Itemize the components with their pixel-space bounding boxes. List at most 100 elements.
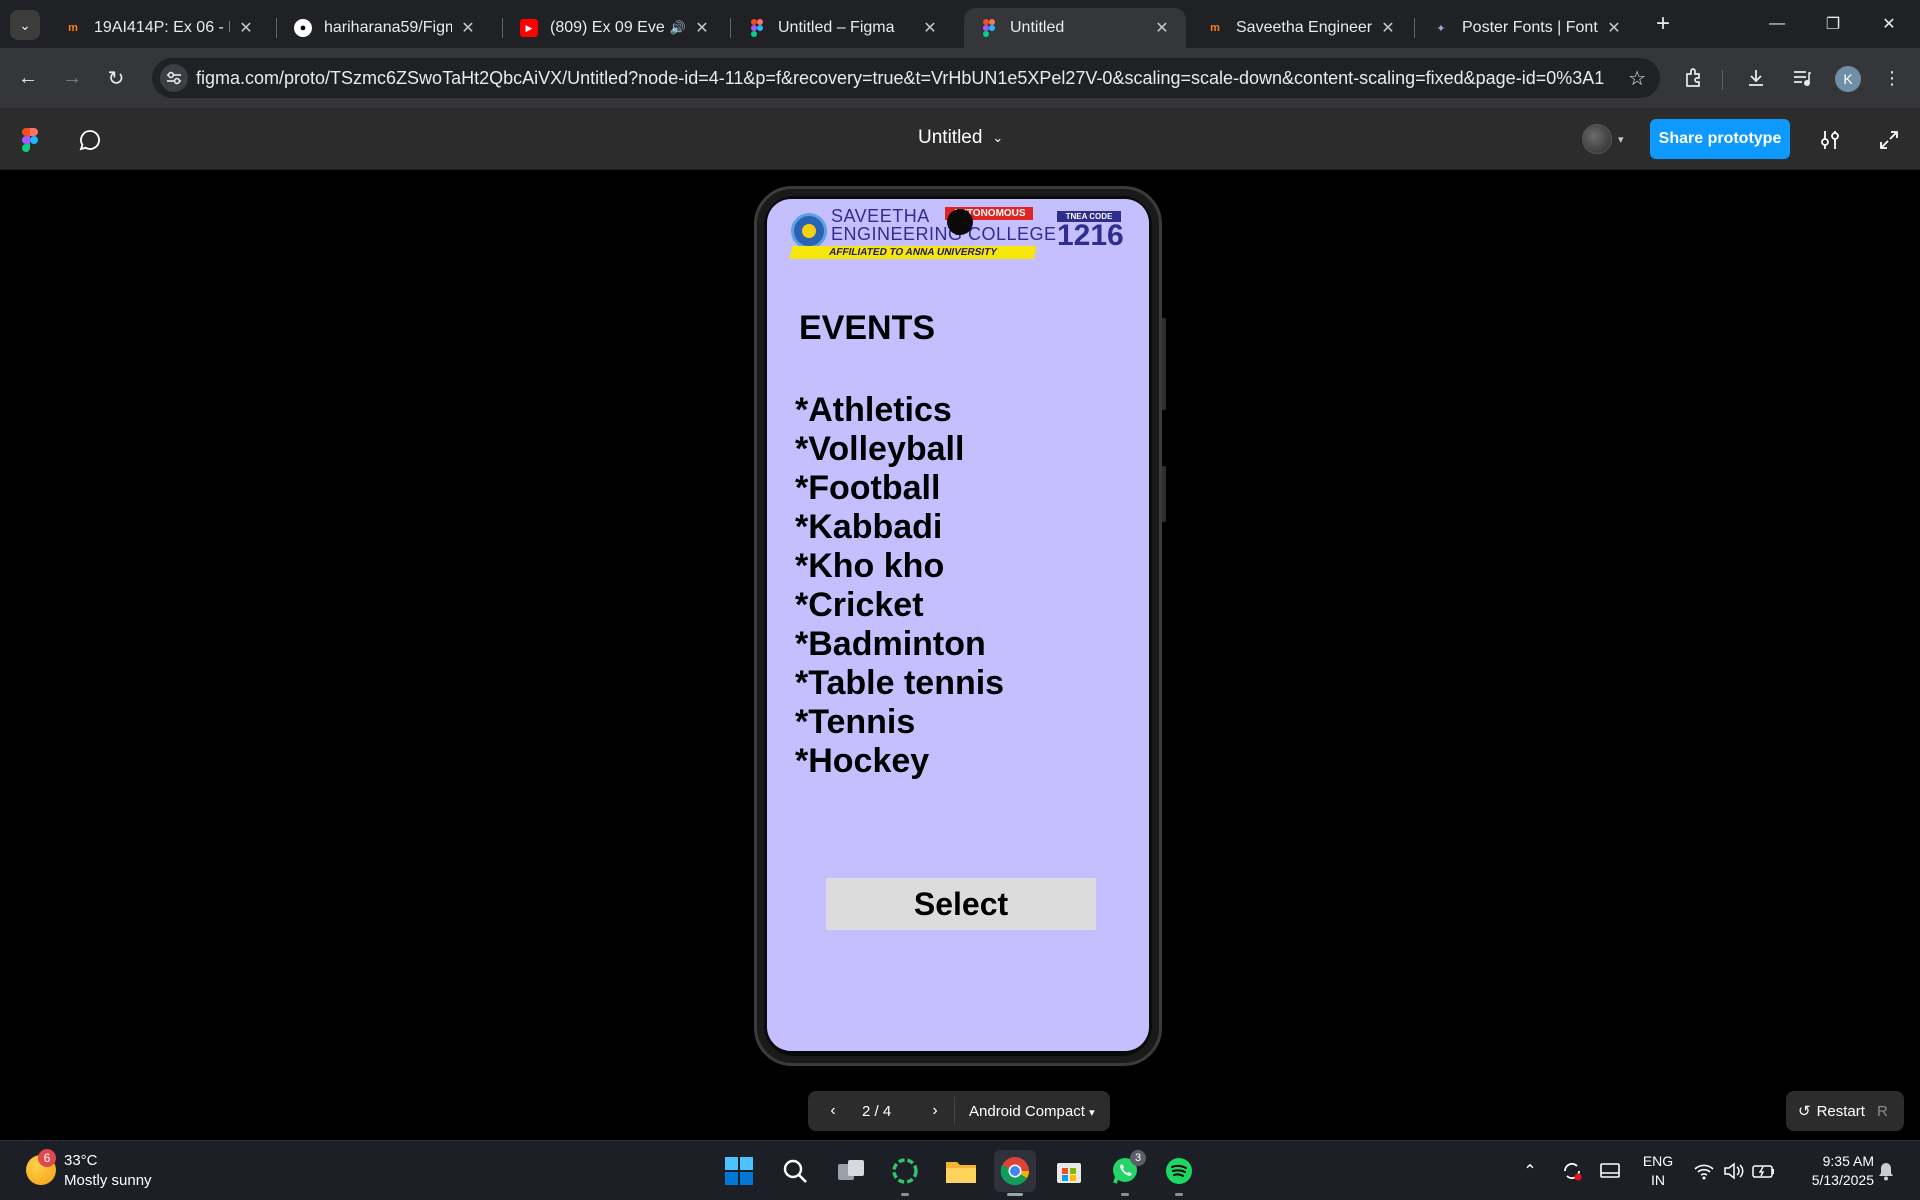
- tab-title: Untitled: [1010, 19, 1065, 36]
- tab-separator: [276, 18, 277, 38]
- moodle-icon: m: [1210, 22, 1220, 34]
- list-item: *Kho kho: [795, 547, 945, 585]
- windows-start-icon[interactable]: [718, 1150, 760, 1192]
- fullscreen-icon[interactable]: [1876, 127, 1902, 153]
- tab-6[interactable]: ✦ Poster Fonts | FontSp ✕: [1416, 8, 1638, 48]
- extensions-icon[interactable]: [1678, 62, 1710, 94]
- affiliation-banner: AFFILIATED TO ANNA UNIVERSITY: [789, 246, 1037, 259]
- microsoft-store-icon[interactable]: [1048, 1150, 1090, 1192]
- language-indicator[interactable]: ENG IN: [1640, 1152, 1676, 1190]
- chevron-right-icon[interactable]: ›: [920, 1091, 950, 1131]
- chrome-icon[interactable]: [994, 1150, 1036, 1196]
- college-seal-icon: [791, 213, 827, 249]
- notification-badge: 3: [1130, 1150, 1146, 1166]
- task-view-icon[interactable]: [830, 1150, 872, 1192]
- list-item: *Volleyball: [795, 430, 965, 468]
- running-indicator: [1121, 1193, 1129, 1196]
- tab-title: Saveetha Engineering: [1236, 19, 1372, 36]
- close-icon[interactable]: ✕: [1152, 18, 1172, 38]
- running-indicator: [1007, 1193, 1023, 1196]
- browser-tab-strip: ⌄ m 19AI414P: Ex 06 - Eve ✕ ● hariharana…: [0, 0, 1920, 48]
- bookmark-star-icon[interactable]: ☆: [1628, 66, 1646, 91]
- divider: [954, 1097, 955, 1125]
- select-button[interactable]: Select: [826, 878, 1096, 930]
- reload-icon[interactable]: ↻: [100, 62, 132, 94]
- tab-0[interactable]: m 19AI414P: Ex 06 - Eve ✕: [48, 8, 270, 48]
- clock-time: 9:35 AM: [1822, 1153, 1874, 1169]
- list-item: *Football: [795, 469, 941, 507]
- figma-logo-icon[interactable]: [22, 128, 38, 152]
- tab-4-active[interactable]: Untitled ✕: [964, 8, 1186, 48]
- notification-bell-icon[interactable]: [1874, 1159, 1898, 1183]
- clock[interactable]: 9:35 AM 5/13/2025: [1790, 1152, 1874, 1190]
- tab-5[interactable]: m Saveetha Engineering ✕: [1190, 8, 1412, 48]
- battery-icon[interactable]: [1752, 1159, 1776, 1183]
- close-icon[interactable]: ✕: [920, 18, 940, 38]
- device-selector[interactable]: Android Compact ▾: [969, 1103, 1095, 1120]
- close-window-icon[interactable]: ✕: [1866, 8, 1912, 40]
- running-indicator: [1175, 1193, 1183, 1196]
- tab-2[interactable]: ▶ (809) Ex 09 Event 🔊 ✕: [504, 8, 726, 48]
- list-item: *Kabbadi: [795, 508, 943, 546]
- tab-separator: [502, 18, 503, 38]
- back-icon[interactable]: ←: [12, 62, 44, 94]
- spotify-icon[interactable]: [1158, 1150, 1200, 1196]
- device-label: Android Compact: [969, 1103, 1085, 1120]
- close-icon[interactable]: ✕: [1378, 18, 1398, 38]
- app-icon[interactable]: [884, 1150, 926, 1196]
- tab-title: Poster Fonts | FontSp: [1462, 19, 1598, 36]
- restart-button[interactable]: ↺ Restart R: [1786, 1091, 1904, 1131]
- site-info-icon[interactable]: [160, 64, 188, 92]
- running-indicator: [901, 1193, 909, 1196]
- file-title-dropdown[interactable]: Untitled ⌄: [918, 127, 1003, 149]
- share-prototype-button[interactable]: Share prototype: [1650, 119, 1790, 159]
- language-line2: IN: [1651, 1172, 1665, 1188]
- minimize-icon[interactable]: —: [1754, 8, 1800, 40]
- chevron-left-icon[interactable]: ‹: [818, 1091, 848, 1131]
- speaker-icon[interactable]: 🔊: [670, 20, 686, 36]
- comment-icon[interactable]: [78, 128, 102, 152]
- events-list: *Athletics *Volleyball *Football *Kabbad…: [795, 391, 1004, 781]
- sync-icon[interactable]: [1560, 1159, 1584, 1183]
- profile-avatar[interactable]: K: [1835, 66, 1861, 92]
- close-icon[interactable]: ✕: [236, 18, 256, 38]
- close-icon[interactable]: ✕: [458, 18, 478, 38]
- search-icon[interactable]: [774, 1150, 816, 1192]
- youtube-icon: ▶: [520, 19, 538, 37]
- close-icon[interactable]: ✕: [692, 18, 712, 38]
- front-camera: [947, 209, 973, 235]
- phone-side-button: [1162, 466, 1166, 522]
- restart-icon: ↺: [1798, 1103, 1811, 1120]
- url-text[interactable]: figma.com/proto/TSzmc6ZSwoTaHt2QbcAiVX/U…: [196, 68, 1604, 89]
- user-menu[interactable]: ▾: [1578, 120, 1640, 158]
- tab-3[interactable]: Untitled – Figma ✕: [732, 8, 954, 48]
- wifi-icon[interactable]: [1692, 1159, 1716, 1183]
- clock-date: 5/13/2025: [1811, 1172, 1874, 1188]
- weather-description[interactable]: Mostly sunny: [64, 1172, 152, 1189]
- close-icon[interactable]: ✕: [1604, 18, 1624, 38]
- page-counter: 2 / 4: [862, 1103, 892, 1120]
- browser-menu-icon[interactable]: ⋮: [1876, 62, 1908, 94]
- display-icon[interactable]: [1598, 1159, 1622, 1183]
- restore-icon[interactable]: ❐: [1810, 8, 1856, 40]
- chevron-up-icon[interactable]: ⌃: [1518, 1159, 1542, 1183]
- weather-temperature[interactable]: 33°C: [64, 1152, 98, 1169]
- tab-search-icon[interactable]: ⌄: [10, 10, 40, 40]
- file-explorer-icon[interactable]: [940, 1150, 982, 1192]
- restart-shortcut: R: [1876, 1102, 1888, 1120]
- list-item: *Hockey: [795, 742, 930, 780]
- new-tab-button[interactable]: +: [1650, 12, 1676, 38]
- app-screen: SAVEETHA ENGINEERING COLLEGE AUTONOMOUS …: [767, 199, 1149, 1051]
- volume-icon[interactable]: [1722, 1159, 1746, 1183]
- tab-1[interactable]: ● hariharana59/Figma ✕: [278, 8, 492, 48]
- figma-icon: [748, 19, 766, 37]
- settings-sliders-icon[interactable]: [1817, 127, 1843, 153]
- address-bar[interactable]: figma.com/proto/TSzmc6ZSwoTaHt2QbcAiVX/U…: [152, 58, 1660, 98]
- tab-title: 19AI414P: Ex 06 - Eve: [94, 19, 230, 36]
- media-control-icon[interactable]: [1786, 62, 1818, 94]
- download-icon[interactable]: [1740, 62, 1772, 94]
- whatsapp-icon[interactable]: 3: [1104, 1150, 1146, 1196]
- github-icon: ●: [294, 19, 312, 37]
- forward-icon[interactable]: →: [56, 62, 88, 94]
- toolbar-separator: [1722, 70, 1723, 90]
